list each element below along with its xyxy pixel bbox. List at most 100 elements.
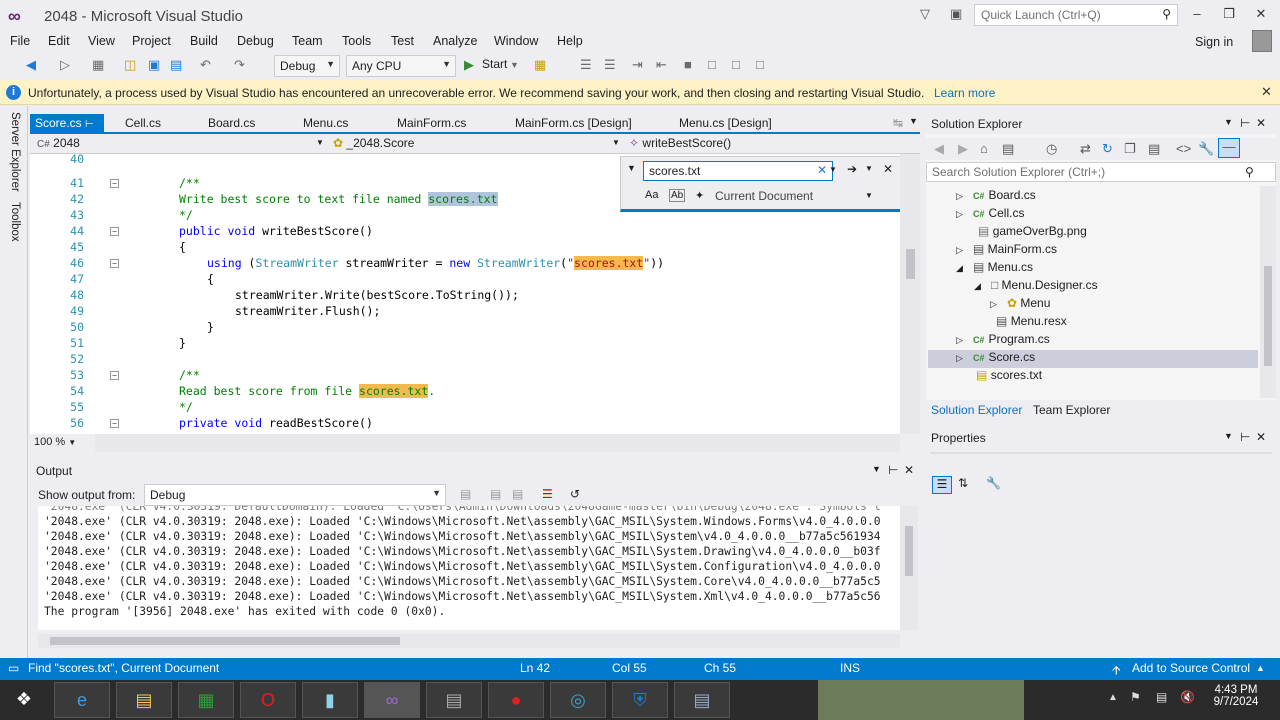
home-icon[interactable]: ⌂ [980,141,988,156]
uncomment-icon[interactable]: ☰ [604,57,616,73]
menu-team[interactable]: Team [292,34,323,48]
tree-item-board-cs[interactable]: ▷ C# Board.cs [956,188,1256,206]
menu-help[interactable]: Help [557,34,583,48]
undo-icon[interactable]: ↶ [200,57,211,73]
collapse-icon[interactable]: − [110,419,119,428]
game-app-icon[interactable]: ● [488,682,544,718]
collapse-icon[interactable]: − [110,227,119,236]
collapse-icon[interactable]: − [110,259,119,268]
learn-more-link[interactable]: Learn more [934,86,995,100]
sync-icon[interactable]: ⇄ [1080,141,1091,157]
pin-icon[interactable]: ⊢ [1240,116,1250,130]
zoom-level[interactable]: 100 % ▼ [30,434,95,452]
internet-explorer-icon[interactable]: e [54,682,110,718]
menu-debug[interactable]: Debug [237,34,274,48]
prev-bookmark-icon[interactable]: □ [708,57,716,72]
editor-vertical-scrollbar[interactable] [900,154,920,434]
forward-icon[interactable]: ▷ [60,57,70,73]
forward-icon[interactable]: ▶ [958,141,968,157]
expand-icon[interactable]: ▷ [990,299,997,309]
chart-app-icon[interactable]: ▤ [426,682,482,718]
menu-analyze[interactable]: Analyze [433,34,477,48]
collapse-icon[interactable]: − [110,371,119,380]
tab-menu-design[interactable]: Menu.cs [Design] [674,114,777,133]
output-vertical-scrollbar[interactable] [900,506,918,630]
flag-icon[interactable]: ⚑ [1130,690,1141,704]
chevron-down-icon[interactable]: ▼ [872,464,881,474]
excel-icon[interactable]: ▦ [178,682,234,718]
tree-item-menu-cs[interactable]: ◢ ▤ Menu.cs [956,260,1256,278]
type-dropdown[interactable]: ✿ _2048.Score [330,135,620,153]
preview-selected-icon[interactable]: — [1218,138,1240,158]
next-message-icon[interactable]: ▤ [512,487,523,501]
close-icon[interactable]: ✕ [904,463,914,477]
show-all-files-icon[interactable]: ▤ [1148,141,1160,157]
file-explorer-icon[interactable]: ▤ [116,682,172,718]
tray-clock[interactable]: 4:43 PM 9/7/2024 [1196,684,1276,708]
bookmark-icon[interactable]: ■ [684,57,692,72]
open-file-icon[interactable]: ◫ [124,57,136,73]
menu-edit[interactable]: Edit [48,34,70,48]
tree-item-menu-designer-cs[interactable]: ◢ □ Menu.Designer.cs [974,278,1254,296]
tab-menu-cs[interactable]: Menu.cs [298,114,353,133]
expand-icon[interactable]: ▷ [956,209,963,219]
back-icon[interactable]: ◀ [26,57,36,73]
account-icon[interactable] [1252,30,1272,52]
start-windows-icon[interactable]: ❖ [0,682,48,718]
restore-button[interactable]: ❐ [1216,6,1242,24]
tab-team-explorer[interactable]: Team Explorer [1033,403,1110,417]
menu-build[interactable]: Build [190,34,218,48]
menu-tools[interactable]: Tools [342,34,371,48]
properties-wrench-icon[interactable]: 🔧 [1198,141,1214,157]
view-code-icon[interactable]: <> [1176,141,1191,156]
start-play-icon[interactable]: ▶ [464,57,474,73]
menu-view[interactable]: View [88,34,115,48]
volume-muted-icon[interactable]: 🔇 [1180,690,1195,704]
outdent-icon[interactable]: ⇤ [656,57,667,73]
chevron-down-icon[interactable]: ▼ [1224,431,1233,441]
configuration-select[interactable]: Debug ▼ [274,55,340,77]
word-wrap-icon[interactable]: ↺ [570,487,580,501]
pin-icon[interactable]: ⊢ [85,119,94,130]
tree-item-gameoverbg-png[interactable]: ▤ gameOverBg.png [978,224,1258,242]
next-bookmark-icon[interactable]: □ [732,57,740,72]
scroll-thumb[interactable] [906,249,915,279]
tree-item-mainform-cs[interactable]: ▷ ▤ MainForm.cs [956,242,1256,260]
pin-icon[interactable]: ⊢ [888,463,898,477]
defender-icon[interactable]: ⛨ [612,682,668,718]
collapse-tree-icon[interactable]: ◢ [974,281,981,291]
find-input[interactable]: scores.txt [643,161,833,181]
previous-message-icon[interactable]: ▤ [490,487,501,501]
feedback-icon[interactable]: ▣ [950,6,962,22]
find-in-files-icon[interactable]: ▦ [534,57,546,73]
scroll-thumb[interactable] [1264,266,1272,366]
collapse-tree-icon[interactable]: ◢ [956,263,963,273]
tree-item-menu-resx[interactable]: ▤ Menu.resx [996,314,1256,332]
close-icon[interactable]: ✕ [1261,84,1272,100]
save-icon[interactable]: ▣ [148,57,160,73]
tab-score-cs[interactable]: Score.cs ⊢ ✕ [30,114,104,144]
regex-icon[interactable]: ✦ [695,189,704,202]
chevron-up-icon[interactable]: ▲ [1256,663,1265,673]
project-dropdown[interactable]: C# 2048 [34,135,324,153]
tree-item-score-cs[interactable]: ▷ C# Score.cs [928,350,1258,368]
scroll-thumb[interactable] [905,526,913,576]
member-dropdown[interactable]: ✧ writeBestScore() [626,135,916,153]
switch-views-icon[interactable]: ▤ [1002,141,1014,157]
editor-horizontal-scrollbar[interactable] [95,434,900,452]
network-app-icon[interactable]: ◎ [550,682,606,718]
tab-mainform-cs[interactable]: MainForm.cs [392,114,471,133]
close-icon[interactable]: ✕ [1256,430,1266,444]
expand-icon[interactable]: ▷ [956,353,963,363]
find-message-icon[interactable]: ▤ [460,487,471,501]
alphabetical-icon[interactable]: ⇅ [958,476,968,490]
refresh-icon[interactable]: ↻ [1102,141,1113,157]
pending-changes-icon[interactable]: ◷ [1046,141,1057,157]
categorized-icon[interactable]: ☰ [932,476,952,494]
chevron-down-icon[interactable]: ▼ [865,191,873,200]
tray-chevron-up-icon[interactable]: ▲ [1108,692,1118,703]
new-project-icon[interactable]: ▦ [92,57,104,73]
tree-item-cell-cs[interactable]: ▷ C# Cell.cs [956,206,1256,224]
clear-search-icon[interactable]: ✕ [817,163,827,177]
collapse-all-icon[interactable]: ❐ [1124,141,1136,157]
